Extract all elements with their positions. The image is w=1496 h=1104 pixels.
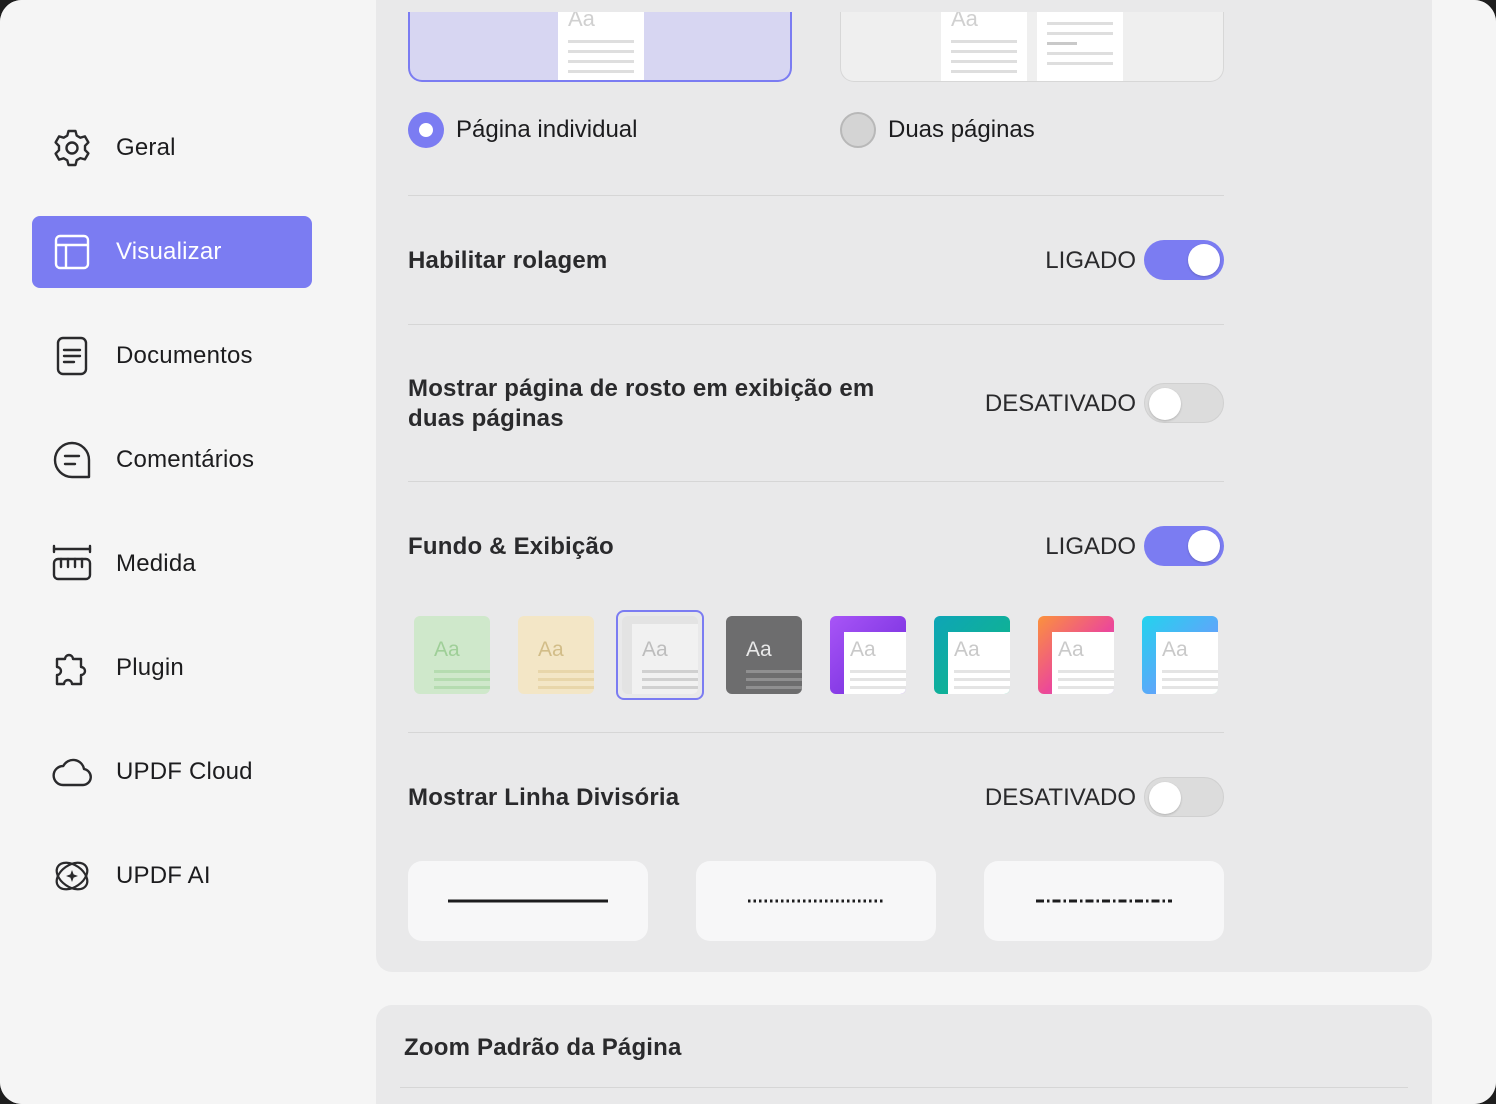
sidebar-item-label: Plugin [116, 654, 184, 681]
sidebar-item-visualizar[interactable]: Visualizar [32, 216, 312, 288]
sidebar-item-medida[interactable]: Medida [32, 528, 312, 600]
background-state-label: LIGADO [1045, 533, 1136, 560]
scroll-state-label: LIGADO [1045, 247, 1136, 274]
divider-line-toggle[interactable] [1144, 777, 1224, 817]
swatch-sample-text: Aa [642, 638, 668, 661]
toggle-knob [1149, 388, 1181, 420]
theme-swatch-sepia[interactable]: Aa [518, 616, 594, 694]
sidebar-item-label: Documentos [116, 342, 253, 369]
puzzle-icon [50, 646, 94, 690]
dash-dot-line-icon [1036, 899, 1172, 903]
radio-button-unselected[interactable] [840, 112, 876, 148]
document-icon [50, 334, 94, 378]
radio-two-pages[interactable]: Duas páginas [840, 112, 1035, 148]
thumbnail-sample-text: Aa [568, 12, 595, 31]
scroll-setting-label: Habilitar rolagem [408, 247, 608, 274]
dotted-line-icon [748, 899, 884, 903]
divider-line-setting-label: Mostrar Linha Divisória [408, 784, 680, 811]
sidebar-item-plugin[interactable]: Plugin [32, 632, 312, 704]
sidebar-item-label: Geral [116, 134, 176, 161]
toggle-knob [1188, 530, 1220, 562]
scroll-toggle[interactable] [1144, 240, 1224, 280]
swatch-sample-text: Aa [746, 638, 772, 661]
sidebar-item-label: Comentários [116, 446, 255, 473]
sidebar-item-label: Visualizar [116, 238, 222, 265]
sidebar: Geral Visualizar Documentos Comentários … [0, 0, 344, 1104]
theme-swatch-dark[interactable]: Aa [726, 616, 802, 694]
cloud-icon [50, 750, 94, 794]
cover-page-state-label: DESATIVADO [984, 390, 1136, 417]
sidebar-item-label: UPDF Cloud [116, 758, 253, 785]
swatch-sample-text: Aa [1162, 638, 1188, 661]
divider-line-state-label: DESATIVADO [984, 784, 1136, 811]
theme-swatch-light-gray[interactable]: Aa [622, 616, 698, 694]
radio-label: Duas páginas [888, 116, 1035, 143]
divider-style-solid[interactable] [408, 861, 648, 941]
layout-icon [50, 230, 94, 274]
toggle-knob [1188, 244, 1220, 276]
theme-swatch-purple[interactable]: Aa [830, 616, 906, 694]
divider-style-dash-dot[interactable] [984, 861, 1224, 941]
section-divider [408, 481, 1224, 482]
ruler-icon [50, 542, 94, 586]
section-divider [400, 1087, 1408, 1088]
sidebar-item-documentos[interactable]: Documentos [32, 320, 312, 392]
page-thumbnail: Aa [941, 12, 1027, 81]
page-thumbnail: Aa [558, 12, 644, 80]
swatch-sample-text: Aa [954, 638, 980, 661]
gear-icon [50, 126, 94, 170]
toggle-knob [1149, 782, 1181, 814]
theme-swatch-sunset[interactable]: Aa [1038, 616, 1114, 694]
preferences-window: Geral Visualizar Documentos Comentários … [0, 0, 1496, 1104]
swatch-sample-text: Aa [850, 638, 876, 661]
background-setting-label: Fundo & Exibição [408, 533, 614, 560]
ai-icon [50, 854, 94, 898]
sidebar-item-updf-cloud[interactable]: UPDF Cloud [32, 736, 312, 808]
sidebar-item-label: UPDF AI [116, 862, 211, 889]
swatch-sample-text: Aa [434, 638, 460, 661]
radio-label: Página individual [456, 116, 638, 143]
settings-content: Aa Aa Página individual Duas páginas Hab… [344, 0, 1496, 1104]
page-thumbnail [1037, 12, 1123, 81]
solid-line-icon [448, 899, 608, 903]
sidebar-item-geral[interactable]: Geral [32, 112, 312, 184]
thumbnail-sample-text: Aa [951, 12, 978, 31]
zoom-section-title: Zoom Padrão da Página [404, 1034, 682, 1061]
theme-swatch-green[interactable]: Aa [414, 616, 490, 694]
comment-icon [50, 438, 94, 482]
section-divider [408, 195, 1224, 196]
radio-button-selected[interactable] [408, 112, 444, 148]
swatch-sample-text: Aa [1058, 638, 1084, 661]
radio-single-page[interactable]: Página individual [408, 112, 637, 148]
divider-style-dotted[interactable] [696, 861, 936, 941]
sidebar-item-updf-ai[interactable]: UPDF AI [32, 840, 312, 912]
cover-page-setting-label: Mostrar página de rosto em exibição em d… [408, 375, 875, 432]
sidebar-item-comentarios[interactable]: Comentários [32, 424, 312, 496]
section-divider [408, 324, 1224, 325]
theme-swatch-teal[interactable]: Aa [934, 616, 1010, 694]
background-toggle[interactable] [1144, 526, 1224, 566]
single-page-preview[interactable]: Aa [408, 12, 792, 82]
cover-page-toggle[interactable] [1144, 383, 1224, 423]
section-divider [408, 732, 1224, 733]
sidebar-item-label: Medida [116, 550, 196, 577]
two-page-preview[interactable]: Aa [840, 12, 1224, 82]
swatch-sample-text: Aa [538, 638, 564, 661]
theme-swatch-sky[interactable]: Aa [1142, 616, 1218, 694]
